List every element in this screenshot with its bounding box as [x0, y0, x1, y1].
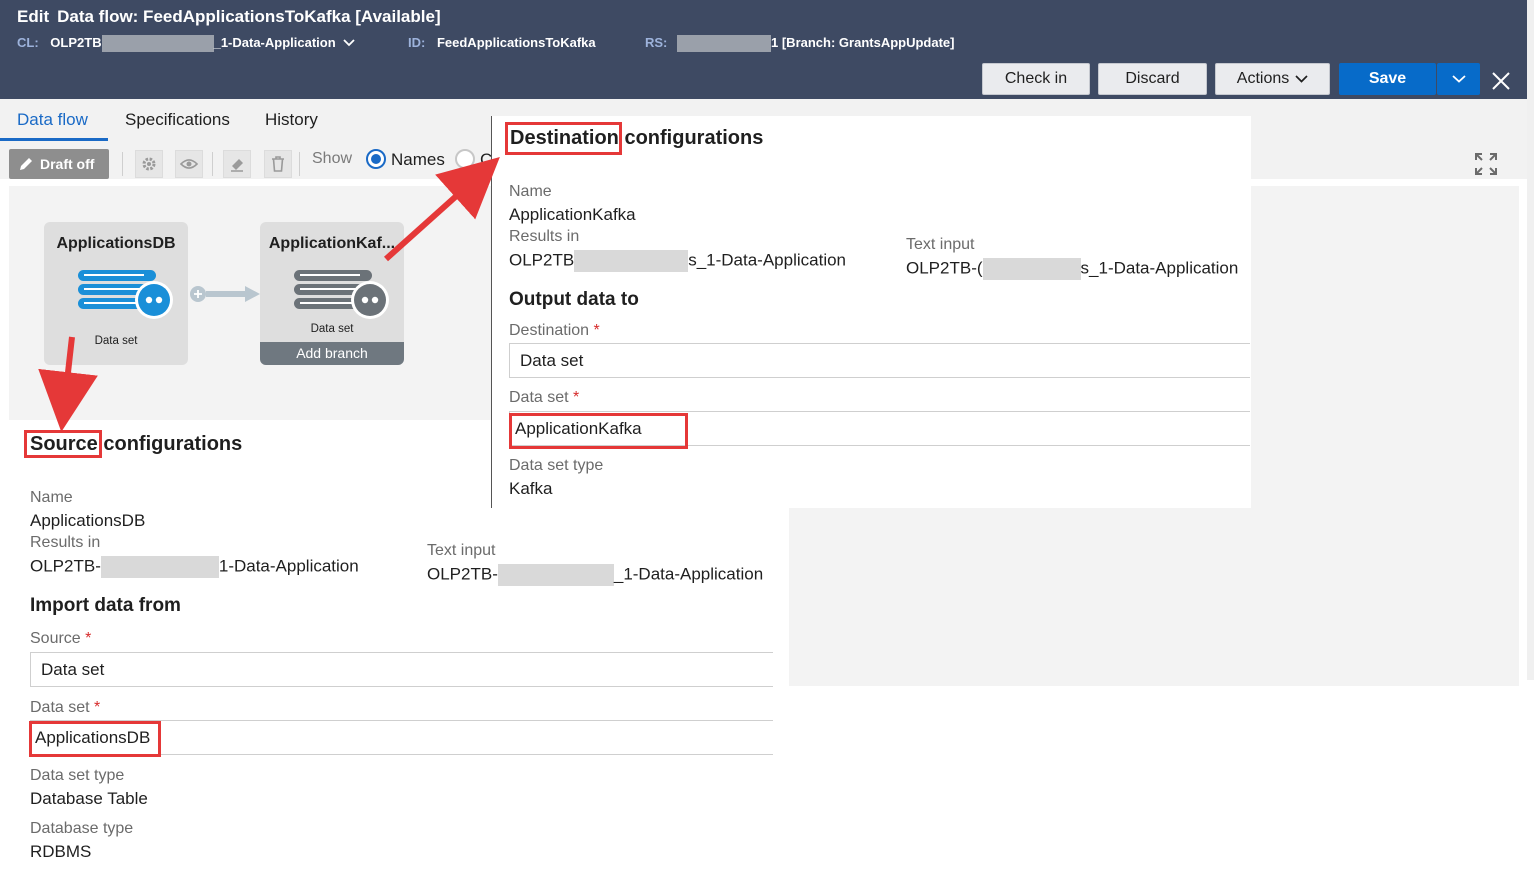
annotation-arrows: [38, 156, 500, 432]
arrow-to-destination: [383, 156, 500, 262]
arrow-to-source: [38, 336, 98, 432]
scrollbar[interactable]: [1527, 0, 1534, 680]
